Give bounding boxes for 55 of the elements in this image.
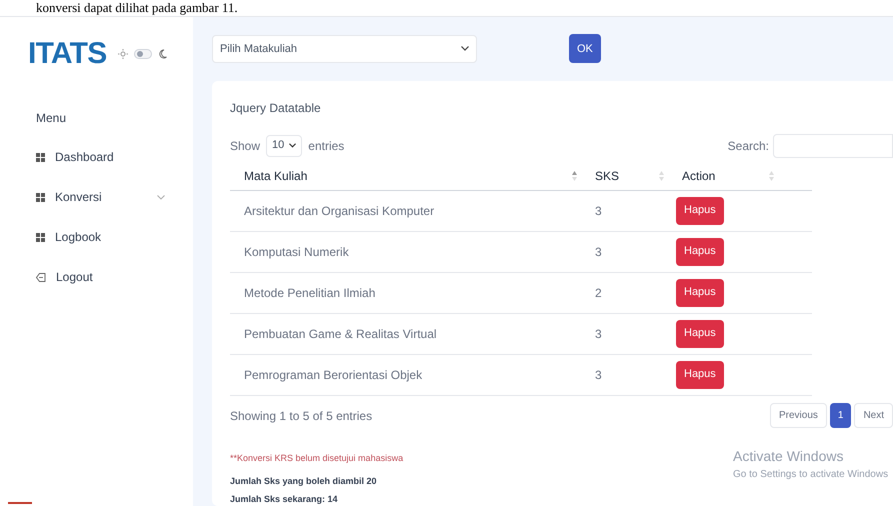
table-cell-text: 3	[594, 244, 603, 260]
table-cell-text: Komputasi Numerik	[243, 244, 350, 260]
activation-subtitle: Go to Settings to activate Windows	[733, 468, 890, 482]
column-header[interactable]: SKS	[595, 167, 620, 185]
delete-button[interactable]: Hapus	[676, 238, 724, 266]
delete-button[interactable]: Hapus	[676, 320, 724, 348]
table-cell-text: Metode Penelitian Ilmiah	[243, 284, 376, 302]
search-label: Search:	[728, 138, 769, 154]
activation-title: Activate Windows	[733, 447, 844, 466]
theme-switch[interactable]	[134, 49, 152, 59]
page-button[interactable]: Next	[854, 403, 893, 428]
delete-button[interactable]: Hapus	[676, 360, 724, 388]
menu-item[interactable]: Dashboard	[55, 148, 165, 166]
logout-icon	[36, 272, 46, 282]
grid-icon	[36, 192, 45, 202]
logo: ITATS	[28, 39, 106, 69]
column-header[interactable]: Mata Kuliah	[244, 167, 308, 185]
search-field[interactable]	[773, 134, 893, 158]
table-cell-text: 3	[594, 366, 603, 384]
course-select[interactable]: Pilih Matakuliah	[212, 34, 477, 63]
grid-icon	[36, 152, 45, 162]
chevron-down-icon	[289, 143, 296, 148]
page-button[interactable]: Previous	[770, 403, 827, 428]
table-info: Showing 1 to 5 of 5 entries	[230, 408, 372, 424]
menu-heading: Menu	[35, 110, 68, 127]
show-label: Show	[230, 138, 260, 154]
entries-label: entries	[308, 138, 344, 154]
page-button[interactable]: 1	[830, 403, 852, 428]
table-cell-text: 3	[594, 326, 603, 342]
table-cell-text: Arsitektur dan Organisasi Komputer	[243, 202, 436, 220]
delete-button[interactable]: Hapus	[676, 196, 724, 224]
menu-item[interactable]: Logbook	[55, 228, 165, 246]
table-cell-text: Pembuatan Game & Realitas Virtual	[243, 326, 438, 342]
note-text: Jumlah Sks sekarang: 14	[230, 492, 339, 506]
moon-icon	[158, 49, 168, 59]
column-header[interactable]: Action	[682, 167, 716, 185]
sort-icon[interactable]	[659, 171, 664, 181]
sort-icon[interactable]	[572, 171, 577, 181]
card-title: Jquery Datatable	[230, 100, 322, 116]
ok-button[interactable]: OK	[569, 34, 601, 64]
table-cell-text: Pemrograman Berorientasi Objek	[243, 366, 424, 384]
sun-icon	[118, 49, 128, 59]
menu-item[interactable]: Logout	[56, 268, 165, 286]
grid-icon	[36, 232, 45, 242]
document-text: konversi dapat dilihat pada gambar 11.	[36, 0, 238, 15]
menu-item[interactable]: Konversi	[55, 188, 147, 206]
chevron-down-icon[interactable]	[157, 194, 165, 200]
chevron-down-icon	[461, 46, 469, 52]
table-cell-text: 3	[594, 202, 603, 220]
sort-icon[interactable]	[769, 171, 774, 181]
table-cell-text: 2	[594, 284, 603, 302]
warning-text: **Konversi KRS belum disetujui mahasiswa	[230, 452, 404, 465]
page-size-select[interactable]: 10	[266, 134, 302, 156]
delete-button[interactable]: Hapus	[676, 278, 724, 306]
note-text: Jumlah Sks yang boleh diambil 20	[230, 475, 378, 488]
